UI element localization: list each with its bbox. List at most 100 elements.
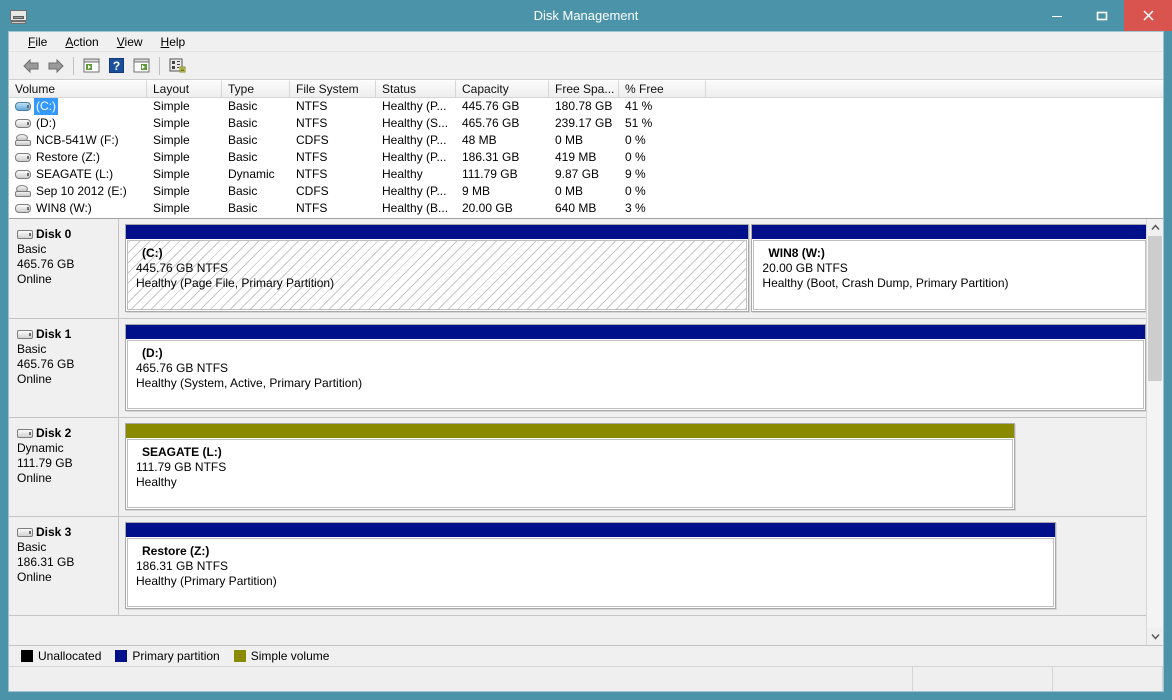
volume-row[interactable]: (C:) Simple Basic NTFS Healthy (P... 445.76 G… [9, 98, 1163, 115]
show-hide-console-tree-icon[interactable] [80, 55, 103, 77]
volume-label: Restore (Z:) [36, 150, 101, 164]
volume-cell-percent-free: 41 % [625, 99, 653, 113]
status-pane-3 [1053, 667, 1163, 691]
volume-name-cell[interactable]: SEAGATE (L:) [9, 166, 147, 183]
volume-name-cell[interactable]: Sep 10 2012 (E:) [9, 183, 147, 200]
column-header[interactable]: Type [222, 80, 290, 97]
disk-row[interactable]: Disk 1 Basic 465.76 GB Online (D:) 465.76 GB … [9, 319, 1146, 418]
volume-label: SEAGATE (L:) [36, 167, 114, 181]
volume-cell-percent-free: 3 % [625, 201, 646, 215]
volume-name-cell[interactable]: NCB-541W (F:) [9, 132, 147, 149]
volume-cell-status: Healthy (P... [382, 150, 447, 164]
volume-row[interactable]: SEAGATE (L:) Simple Dynamic NTFS Healthy 111.… [9, 166, 1163, 183]
column-header[interactable]: File System [290, 80, 376, 97]
disk-info-panel[interactable]: Disk 3 Basic 186.31 GB Online [9, 517, 119, 615]
volume-name-cell[interactable]: (D:) [9, 115, 147, 132]
partition-title: Restore (Z:) [142, 544, 210, 558]
disk-status: Online [17, 570, 52, 584]
volume-cell-percent-free: 9 % [625, 167, 646, 181]
partition-empty-space [1017, 423, 1146, 510]
disk-row[interactable]: Disk 0 Basic 465.76 GB Online (C:) 445.76 GB … [9, 219, 1146, 319]
partition-block[interactable]: (D:) 465.76 GB NTFS Healthy (System, Activ… [125, 324, 1146, 411]
disk-type: Basic [17, 540, 47, 554]
status-bar [9, 666, 1163, 691]
volume-cell-status: Healthy (B... [382, 201, 449, 215]
vertical-scrollbar[interactable] [1146, 219, 1163, 645]
column-header[interactable]: Volume [9, 80, 147, 97]
legend-item: Unallocated [21, 649, 101, 663]
menu-view[interactable]: View [108, 33, 152, 51]
minimize-button[interactable] [1034, 0, 1079, 31]
scroll-down-button[interactable] [1147, 628, 1163, 645]
partition-block[interactable]: SEAGATE (L:) 111.79 GB NTFS Healthy [125, 423, 1016, 510]
volume-row[interactable]: Restore (Z:) Simple Basic NTFS Healthy (P...… [9, 149, 1163, 166]
partition-size-fs: 20.00 GB NTFS [762, 261, 848, 275]
legend-swatch [21, 650, 33, 662]
disk-title: Disk 1 [17, 327, 118, 341]
disk-info-panel[interactable]: Disk 2 Dynamic 111.79 GB Online [9, 418, 119, 516]
volume-row[interactable]: (D:) Simple Basic NTFS Healthy (S... 465.76 G… [9, 115, 1163, 132]
hard-disk-icon [15, 117, 31, 130]
volume-row[interactable]: NCB-541W (F:) Simple Basic CDFS Healthy (P..… [9, 132, 1163, 149]
volume-cell-layout: Simple [153, 99, 190, 113]
scrollbar-track[interactable] [1147, 236, 1163, 628]
menu-action[interactable]: Action [56, 33, 107, 51]
volume-cell-free-space: 239.17 GB [555, 116, 613, 130]
volume-name-cell[interactable]: (C:) [9, 98, 147, 115]
volume-cell-type: Basic [228, 133, 258, 147]
scrollbar-thumb[interactable] [1148, 236, 1162, 381]
column-header[interactable]: Status [376, 80, 456, 97]
volume-cell-percent-free: 51 % [625, 116, 653, 130]
volume-cell-type: Basic [228, 150, 258, 164]
column-header[interactable]: % Free [619, 80, 706, 97]
legend-item: Simple volume [233, 649, 329, 663]
close-button[interactable] [1124, 0, 1172, 31]
disk-status: Online [17, 372, 52, 386]
menu-help[interactable]: Help [152, 33, 195, 51]
partition-block[interactable]: (C:) 445.76 GB NTFS Healthy (Page File, Pr… [125, 224, 750, 312]
volume-row[interactable]: Sep 10 2012 (E:) Simple Basic CDFS Healthy (… [9, 183, 1163, 200]
volume-name-cell[interactable]: Restore (Z:) [9, 149, 147, 166]
volume-list-pane: Volume Layout Type File System Status Capacit… [9, 80, 1163, 219]
column-header[interactable]: Capacity [456, 80, 549, 97]
forward-arrow-icon[interactable] [44, 55, 67, 77]
volume-cell-type: Dynamic [228, 167, 275, 181]
disk-title: Disk 2 [17, 426, 118, 440]
volume-name-cell[interactable]: WIN8 (W:) [9, 200, 147, 217]
scroll-up-button[interactable] [1147, 219, 1163, 236]
rescan-disks-icon[interactable] [166, 55, 189, 77]
partition-size-fs: 111.79 GB NTFS [136, 460, 227, 474]
disk-type: Basic [17, 242, 47, 256]
volume-cell-percent-free: 0 % [625, 150, 646, 164]
show-action-pane-icon[interactable] [130, 55, 153, 77]
partition-block[interactable]: WIN8 (W:) 20.00 GB NTFS Healthy (Boot, Cra… [751, 224, 1146, 312]
disk-info-panel[interactable]: Disk 1 Basic 465.76 GB Online [9, 319, 119, 417]
volume-cell-status: Healthy [382, 167, 423, 181]
partition-size-fs: 186.31 GB NTFS [136, 559, 229, 573]
partition-status: Healthy (Boot, Crash Dump, Primary Parti… [762, 276, 1009, 290]
partition-block[interactable]: Restore (Z:) 186.31 GB NTFS Healthy (Prima… [125, 522, 1057, 609]
menu-file[interactable]: File [19, 33, 56, 51]
column-header[interactable]: Layout [147, 80, 222, 97]
volume-cell-percent-free: 0 % [625, 133, 646, 147]
disk-row[interactable]: Disk 3 Basic 186.31 GB Online Restore (Z:) 18… [9, 517, 1146, 616]
hard-disk-icon [17, 329, 33, 340]
status-pane-1 [9, 667, 913, 691]
volume-row[interactable]: WIN8 (W:) Simple Basic NTFS Healthy (B... 20.… [9, 200, 1163, 217]
partition-details: (C:) 445.76 GB NTFS Healthy (Page File, Pr… [127, 240, 748, 310]
help-icon[interactable]: ? [105, 55, 128, 77]
legend-item: Primary partition [115, 649, 220, 663]
volume-label: (C:) [34, 98, 58, 115]
volume-cell-file-system: NTFS [296, 99, 328, 113]
disk-row[interactable]: Disk 2 Dynamic 111.79 GB Online SEAGATE (L:)… [9, 418, 1146, 517]
back-arrow-icon[interactable] [19, 55, 42, 77]
disk-size: 465.76 GB [17, 257, 75, 271]
title-bar: Disk Management [0, 0, 1172, 31]
column-header[interactable]: Free Spa... [549, 80, 619, 97]
disk-name: Disk 0 [36, 227, 72, 241]
volume-label: WIN8 (W:) [36, 201, 92, 215]
svg-text:?: ? [113, 59, 120, 73]
maximize-button[interactable] [1079, 0, 1124, 31]
disk-partitions: (C:) 445.76 GB NTFS Healthy (Page File, Pr… [119, 219, 1146, 318]
disk-info-panel[interactable]: Disk 0 Basic 465.76 GB Online [9, 219, 119, 318]
